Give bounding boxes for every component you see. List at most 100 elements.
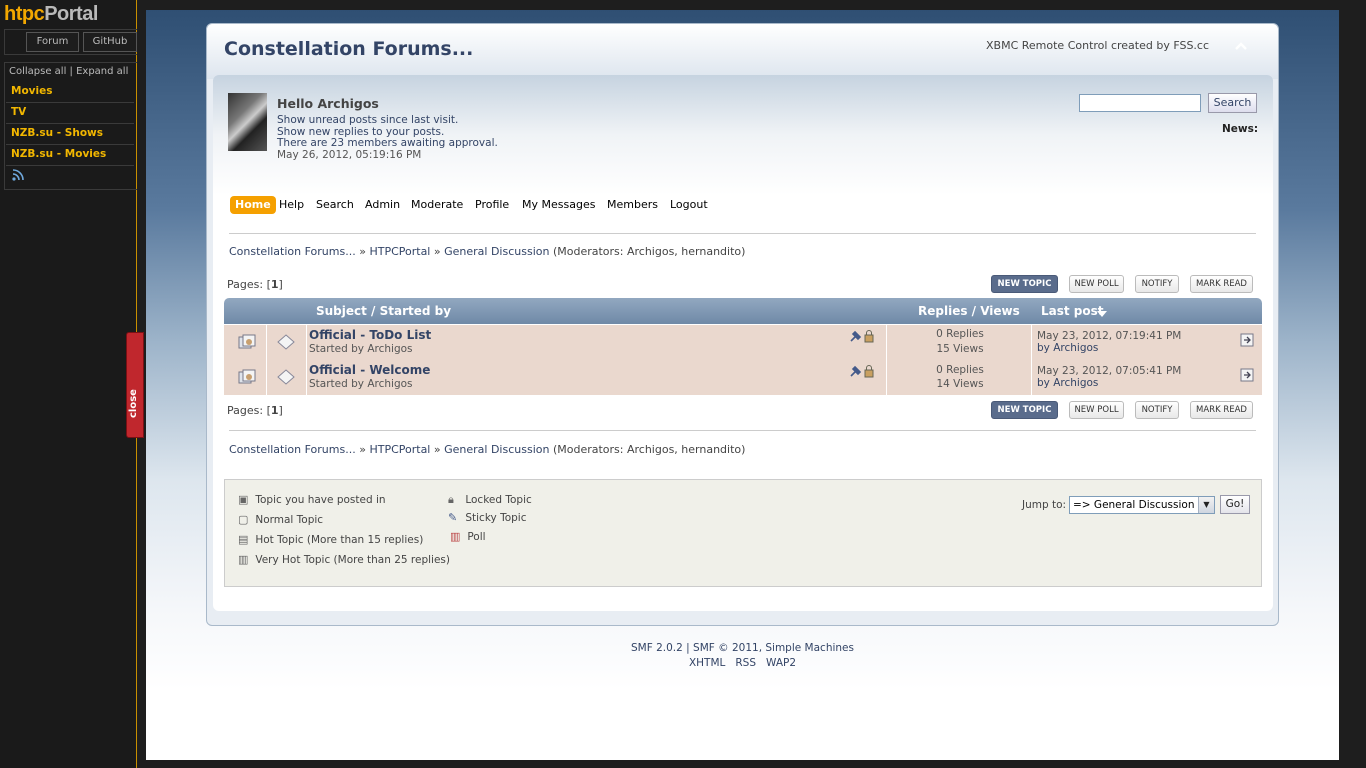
breadcrumb-moderators: (Moderators: Archigos, hernandito) xyxy=(552,443,746,456)
legend-normal: ▢ Normal Topic xyxy=(238,513,323,526)
pages-label: Pages: [ xyxy=(227,404,271,417)
nav-admin[interactable]: Admin xyxy=(365,196,400,214)
collapse-expand-links[interactable]: Collapse all | Expand all xyxy=(9,66,128,77)
new-poll-button[interactable]: NEW POLL xyxy=(1069,401,1124,419)
legend-sticky: ✎ Sticky Topic xyxy=(448,511,526,524)
breadcrumb-htpcportal[interactable]: HTPCPortal xyxy=(369,443,430,456)
chevron-down-icon[interactable]: ▼ xyxy=(1198,497,1214,513)
mark-read-button[interactable]: MARK READ xyxy=(1190,275,1253,293)
last-post-by[interactable]: by Archigos xyxy=(1037,377,1098,389)
avatar[interactable] xyxy=(228,93,267,151)
col-replies-views[interactable]: Replies / Views xyxy=(918,304,1020,318)
breadcrumb-separator: » xyxy=(433,443,441,456)
page-current[interactable]: 1 xyxy=(271,278,279,291)
topic-posted-icon xyxy=(238,369,256,389)
notify-button[interactable]: NOTIFY xyxy=(1135,401,1179,419)
approval-link[interactable]: There are 23 members awaiting approval. xyxy=(277,137,498,149)
topic-views: 15 Views xyxy=(936,343,984,355)
sidebar-item-movies[interactable]: Movies xyxy=(6,82,134,103)
jump-to-label: Jump to: xyxy=(1022,499,1067,511)
col-last-post[interactable]: Last post xyxy=(1041,304,1104,318)
nav-logout[interactable]: Logout xyxy=(670,196,708,214)
breadcrumb-forum[interactable]: Constellation Forums... xyxy=(229,443,356,456)
legend-locked-label: Locked Topic xyxy=(465,494,532,506)
legend-hot: ▤ Hot Topic (More than 15 replies) xyxy=(238,533,423,546)
pages-label: Pages: [ xyxy=(227,278,271,291)
pin-icon: ✎ xyxy=(448,511,458,524)
sort-desc-icon[interactable] xyxy=(1097,307,1107,321)
forum-button[interactable]: Forum xyxy=(26,32,79,52)
new-topic-button[interactable]: NEW TOPIC xyxy=(991,401,1058,419)
topic-started-by[interactable]: Started by Archigos xyxy=(309,378,413,390)
new-topic-button[interactable]: NEW TOPIC xyxy=(991,275,1058,293)
footer-link-rss[interactable]: RSS xyxy=(735,657,756,669)
app-logo[interactable]: htpcPortal xyxy=(4,3,98,26)
breadcrumb: Constellation Forums... » HTPCPortal » G… xyxy=(229,245,745,258)
nav-my-messages[interactable]: My Messages xyxy=(522,196,595,214)
footer-credits[interactable]: SMF 2.0.2 | SMF © 2011, Simple Machines xyxy=(146,642,1339,654)
notify-button[interactable]: NOTIFY xyxy=(1135,275,1179,293)
breadcrumb-general-discussion[interactable]: General Discussion xyxy=(444,245,549,258)
search-button[interactable]: Search xyxy=(1208,93,1257,113)
last-post-link-icon[interactable] xyxy=(1240,368,1254,386)
sidebar-item-nzb-shows[interactable]: NZB.su - Shows xyxy=(6,124,134,145)
unread-posts-link[interactable]: Show unread posts since last visit. xyxy=(277,114,458,126)
divider xyxy=(229,233,1256,234)
message-icon xyxy=(277,369,295,389)
topic-subject-link[interactable]: Official - ToDo List xyxy=(309,328,431,342)
last-post-link-icon[interactable] xyxy=(1240,333,1254,351)
col-subject[interactable]: Subject / Started by xyxy=(316,304,451,318)
rss-icon[interactable] xyxy=(11,168,25,182)
sidebar-item-nzb-movies[interactable]: NZB.su - Movies xyxy=(6,145,134,166)
github-button[interactable]: GitHub xyxy=(83,32,137,52)
very-hot-topic-icon: ▥ xyxy=(238,553,249,566)
page-current[interactable]: 1 xyxy=(271,404,279,417)
topic-subject-link[interactable]: Official - Welcome xyxy=(309,363,430,377)
breadcrumb-moderators: (Moderators: Archigos, hernandito) xyxy=(552,245,746,258)
forum-title[interactable]: Constellation Forums... xyxy=(224,38,473,60)
mark-read-button[interactable]: MARK READ xyxy=(1190,401,1253,419)
new-poll-button[interactable]: NEW POLL xyxy=(1069,275,1124,293)
jump-to-select[interactable]: => General Discussion xyxy=(1069,496,1215,514)
user-greeting: Hello Archigos xyxy=(277,96,379,111)
logo-part-a: htpc xyxy=(4,3,45,25)
topic-table-header: Subject / Started by Replies / Views Las… xyxy=(224,298,1262,324)
topic-replies: 0 Replies xyxy=(936,328,984,340)
sidebar-item-tv[interactable]: TV xyxy=(6,103,134,124)
footer-links: XHTML RSS WAP2 xyxy=(146,657,1339,669)
breadcrumb: Constellation Forums... » HTPCPortal » G… xyxy=(229,443,745,456)
footer-link-wap2[interactable]: WAP2 xyxy=(766,657,796,669)
poll-icon: ▥ xyxy=(450,530,461,543)
nav-profile[interactable]: Profile xyxy=(475,196,509,214)
legend-posted: ▣ Topic you have posted in xyxy=(238,493,386,506)
pages-suffix: ] xyxy=(278,404,283,417)
go-button[interactable]: Go! xyxy=(1220,495,1250,514)
hot-topic-icon: ▤ xyxy=(238,533,249,546)
last-post-by[interactable]: by Archigos xyxy=(1037,342,1098,354)
breadcrumb-forum[interactable]: Constellation Forums... xyxy=(229,245,356,258)
footer-link-xhtml[interactable]: XHTML xyxy=(689,657,725,669)
nav-members[interactable]: Members xyxy=(607,196,658,214)
topic-posted-icon: ▣ xyxy=(238,493,249,506)
breadcrumb-general-discussion[interactable]: General Discussion xyxy=(444,443,549,456)
topic-posted-icon xyxy=(238,334,256,354)
nav-search[interactable]: Search xyxy=(316,196,354,214)
nav-home[interactable]: Home xyxy=(230,196,276,214)
lock-icon: 🔒︎ xyxy=(448,493,454,506)
search-input[interactable] xyxy=(1079,94,1201,112)
legend-locked: 🔒︎ Locked Topic xyxy=(448,493,532,507)
nav-moderate[interactable]: Moderate xyxy=(411,196,463,214)
breadcrumb-separator: » xyxy=(433,245,441,258)
chevron-up-icon[interactable] xyxy=(1234,40,1248,52)
breadcrumb-htpcportal[interactable]: HTPCPortal xyxy=(369,245,430,258)
pagination: Pages: [1] xyxy=(227,404,283,417)
close-sidebar-tab[interactable]: close xyxy=(126,332,144,438)
close-tab-label: close xyxy=(128,389,139,418)
nav-help[interactable]: Help xyxy=(279,196,304,214)
topic-replies: 0 Replies xyxy=(936,364,984,376)
topic-started-by[interactable]: Started by Archigos xyxy=(309,343,413,355)
legend-sticky-label: Sticky Topic xyxy=(465,512,527,524)
pagination: Pages: [1] xyxy=(227,278,283,291)
sticky-locked-icon xyxy=(849,329,875,347)
forum-credit: XBMC Remote Control created by FSS.cc xyxy=(986,39,1210,52)
